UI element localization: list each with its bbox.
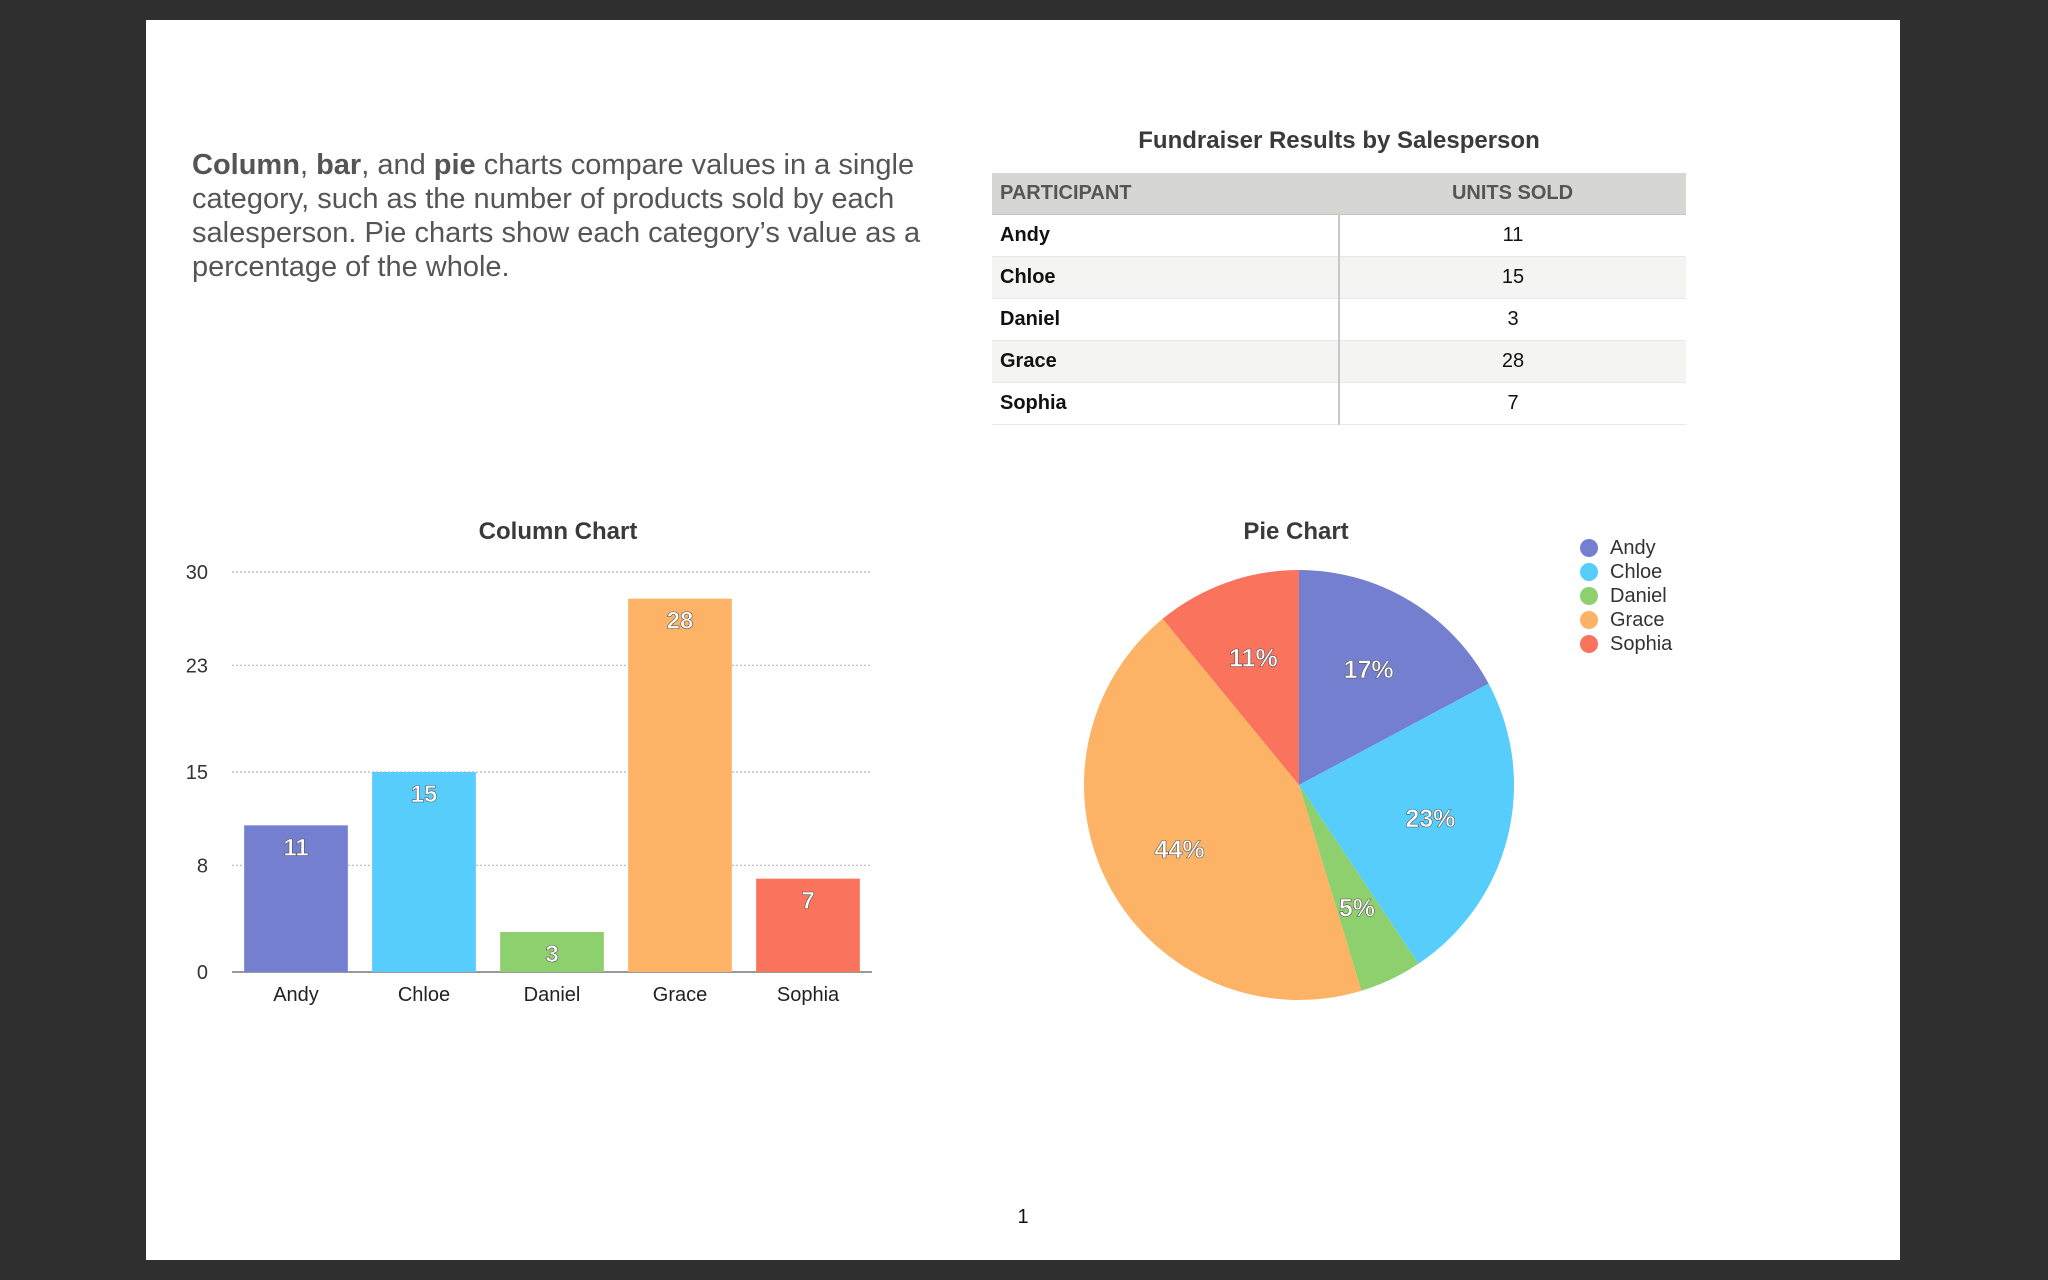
document-page: Column, bar, and pie charts compare valu… — [146, 20, 1900, 1260]
legend-item-andy: Andy — [1580, 536, 1672, 560]
intro-bold-bar: bar — [316, 149, 362, 181]
intro-sep-1: , — [299, 149, 317, 181]
table-row: Grace 28 — [992, 340, 1686, 383]
legend-swatch — [1580, 611, 1598, 629]
table-row: Sophia 7 — [992, 382, 1686, 425]
legend-item-chloe: Chloe — [1580, 560, 1672, 584]
legend-swatch — [1580, 635, 1598, 653]
x-tick-label: Grace — [653, 984, 707, 1006]
legend-swatch — [1580, 587, 1598, 605]
y-tick-label: 0 — [197, 962, 208, 984]
table-cell-units: 3 — [1339, 298, 1686, 341]
header-participant: PARTICIPANT — [992, 173, 1339, 215]
table-title: Fundraiser Results by Salesperson — [1138, 127, 1540, 154]
bar-value-label: 3 — [545, 941, 558, 968]
table-cell-participant: Chloe — [992, 256, 1340, 299]
header-units-sold: UNITS SOLD — [1339, 173, 1686, 215]
bar-value-label: 7 — [801, 888, 814, 915]
column-chart: 0 8 15 23 30 11 Andy 15 Chloe 3 Daniel 28 Grace 7 Soph… — [186, 562, 872, 1006]
legend-item-grace: Grace — [1580, 608, 1672, 632]
legend-label: Chloe — [1610, 560, 1663, 583]
legend-label: Grace — [1610, 608, 1665, 631]
table-row: Daniel 3 — [992, 298, 1686, 341]
table-row: Chloe 15 — [992, 256, 1686, 299]
pie-chart: 17% 23% 5% 44% 11% — [1084, 570, 1514, 1000]
legend-label: Daniel — [1610, 584, 1667, 607]
x-tick-label: Chloe — [398, 984, 450, 1006]
table-cell-units: 11 — [1339, 214, 1686, 257]
y-tick-label: 15 — [186, 762, 208, 784]
table-cell-participant: Daniel — [992, 298, 1340, 341]
pie-percent-label: 44% — [1155, 836, 1205, 864]
pie-legend: Andy Chloe Daniel Grace Sophia — [1580, 536, 1672, 656]
intro-bold-pie: pie — [433, 149, 476, 181]
table-cell-units: 7 — [1339, 382, 1686, 425]
results-table: PARTICIPANT UNITS SOLD Andy 11 Chloe 15 … — [992, 173, 1686, 425]
table-cell-participant: Grace — [992, 340, 1340, 383]
legend-item-sophia: Sophia — [1580, 632, 1672, 656]
pie-percent-label: 17% — [1344, 656, 1394, 684]
x-tick-label: Daniel — [524, 984, 581, 1006]
bar-value-label: 11 — [283, 834, 308, 861]
table-header-row: PARTICIPANT UNITS SOLD — [992, 173, 1686, 215]
legend-item-daniel: Daniel — [1580, 584, 1672, 608]
legend-swatch — [1580, 563, 1598, 581]
table-row: Andy 11 — [992, 214, 1686, 257]
table-cell-units: 28 — [1339, 340, 1686, 383]
legend-label: Sophia — [1610, 632, 1673, 655]
legend-label: Andy — [1610, 536, 1656, 559]
intro-paragraph: Column, bar, and pie charts compare valu… — [192, 148, 952, 284]
table-cell-units: 15 — [1339, 256, 1686, 299]
legend-swatch — [1580, 539, 1598, 557]
pie-percent-label: 11% — [1229, 644, 1278, 672]
table-cell-participant: Sophia — [992, 382, 1340, 425]
x-tick-label: Sophia — [777, 984, 840, 1006]
table-cell-participant: Andy — [992, 214, 1340, 257]
y-tick-label: 30 — [186, 562, 208, 584]
bar-value-label: 28 — [667, 608, 694, 635]
pie-percent-label: 23% — [1405, 805, 1455, 833]
bar-grace — [628, 598, 732, 972]
x-tick-label: Andy — [273, 984, 319, 1006]
intro-bold-column: Column — [192, 149, 300, 181]
pie-percent-label: 5% — [1339, 894, 1375, 922]
intro-sep-2: , and — [361, 149, 434, 181]
page-number: 1 — [1017, 1206, 1029, 1228]
y-tick-label: 8 — [197, 855, 208, 877]
bar-value-label: 15 — [411, 781, 438, 808]
y-tick-label: 23 — [186, 655, 208, 677]
